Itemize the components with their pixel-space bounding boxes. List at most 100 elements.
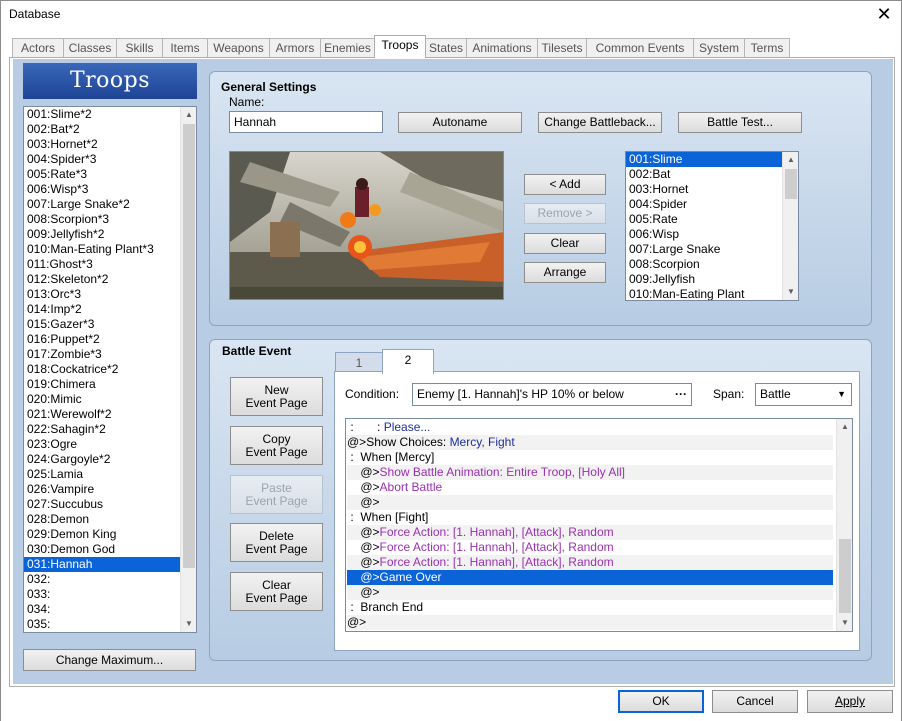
command-line[interactable]: : When [Mercy] — [347, 450, 833, 465]
enemy-list[interactable]: 001:Slime 002:Bat 003:Hornet 004:Spider 005:… — [625, 151, 799, 301]
enemy-list-item[interactable]: 010:Man-Eating Plant — [626, 287, 782, 300]
autoname-button[interactable]: Autoname — [398, 112, 522, 133]
troop-list-item[interactable]: 003:Hornet*2 — [24, 137, 180, 152]
command-line[interactable]: @>Show Choices: Mercy, Fight — [347, 435, 833, 450]
troop-list-item[interactable]: 027:Succubus — [24, 497, 180, 512]
tab-common-events[interactable]: Common Events — [586, 38, 694, 57]
clear-members-button[interactable]: Clear — [524, 233, 606, 254]
span-select[interactable]: Battle ▼ — [755, 383, 852, 406]
command-line[interactable]: @> — [347, 585, 833, 600]
clear-event-page-button[interactable]: Clear Event Page — [230, 572, 323, 611]
tab-classes[interactable]: Classes — [63, 38, 117, 57]
close-icon[interactable]: ✕ — [867, 3, 901, 27]
troop-list-item[interactable]: 020:Mimic — [24, 392, 180, 407]
tab-animations[interactable]: Animations — [466, 38, 538, 57]
troop-list-item[interactable]: 025:Lamia — [24, 467, 180, 482]
troop-list-item[interactable]: 022:Sahagin*2 — [24, 422, 180, 437]
troop-list-item[interactable]: 019:Chimera — [24, 377, 180, 392]
troop-list-item[interactable]: 026:Vampire — [24, 482, 180, 497]
troop-list-item[interactable]: 028:Demon — [24, 512, 180, 527]
troop-list-item[interactable]: 021:Werewolf*2 — [24, 407, 180, 422]
tab-enemies[interactable]: Enemies — [320, 38, 375, 57]
tab-armors[interactable]: Armors — [269, 38, 321, 57]
condition-browse-icon[interactable]: ··· — [675, 384, 687, 404]
troop-list-item[interactable]: 030:Demon God — [24, 542, 180, 557]
change-maximum-button[interactable]: Change Maximum... — [23, 649, 196, 671]
enemy-list-item[interactable]: 001:Slime — [626, 152, 782, 167]
name-input[interactable]: Hannah — [229, 111, 383, 133]
copy-event-page-button[interactable]: Copy Event Page — [230, 426, 323, 465]
troop-list-item[interactable]: 023:Ogre — [24, 437, 180, 452]
enemy-list-scrollbar[interactable]: ▲ ▼ — [782, 152, 798, 300]
enemy-list-item[interactable]: 006:Wisp — [626, 227, 782, 242]
scroll-up-icon[interactable]: ▲ — [783, 152, 798, 168]
command-list-scrollbar[interactable]: ▲ ▼ — [836, 419, 852, 631]
scroll-up-icon[interactable]: ▲ — [181, 107, 196, 123]
command-line[interactable]: @>Abort Battle — [347, 480, 833, 495]
tab-weapons[interactable]: Weapons — [207, 38, 270, 57]
tab-troops[interactable]: Troops — [374, 35, 426, 58]
enemy-list-item[interactable]: 004:Spider — [626, 197, 782, 212]
enemy-list-item[interactable]: 005:Rate — [626, 212, 782, 227]
troop-list-item[interactable]: 017:Zombie*3 — [24, 347, 180, 362]
troop-list[interactable]: 001:Slime*2 002:Bat*2 003:Hornet*2 004:Spid… — [23, 106, 197, 633]
scroll-thumb[interactable] — [183, 124, 195, 568]
troop-list-item[interactable]: 006:Wisp*3 — [24, 182, 180, 197]
tab-terms[interactable]: Terms — [744, 38, 790, 57]
troop-list-item[interactable]: 032: — [24, 572, 180, 587]
enemy-list-item[interactable]: 008:Scorpion — [626, 257, 782, 272]
troop-list-item[interactable]: 009:Jellyfish*2 — [24, 227, 180, 242]
tab-system[interactable]: System — [693, 38, 745, 57]
troop-list-item[interactable]: 014:Imp*2 — [24, 302, 180, 317]
enemy-list-item[interactable]: 002:Bat — [626, 167, 782, 182]
troop-list-item[interactable]: 015:Gazer*3 — [24, 317, 180, 332]
cancel-button[interactable]: Cancel — [712, 690, 798, 713]
troop-list-item[interactable]: 012:Skeleton*2 — [24, 272, 180, 287]
troop-list-item[interactable]: 013:Orc*3 — [24, 287, 180, 302]
command-line[interactable]: @> — [347, 615, 833, 630]
command-line[interactable]: @>Show Battle Animation: Entire Troop, [… — [347, 465, 833, 480]
scroll-down-icon[interactable]: ▼ — [783, 284, 798, 300]
troop-list-item[interactable]: 008:Scorpion*3 — [24, 212, 180, 227]
new-event-page-button[interactable]: New Event Page — [230, 377, 323, 416]
command-line[interactable]: : When [Fight] — [347, 510, 833, 525]
tab-actors[interactable]: Actors — [12, 38, 64, 57]
command-line[interactable]: @>Game Over — [347, 570, 833, 585]
troop-list-item[interactable]: 007:Large Snake*2 — [24, 197, 180, 212]
scroll-thumb[interactable] — [839, 539, 851, 613]
troop-list-item[interactable]: 031:Hannah — [24, 557, 180, 572]
troop-list-item[interactable]: 001:Slime*2 — [24, 107, 180, 122]
scroll-up-icon[interactable]: ▲ — [837, 419, 852, 435]
troop-list-item[interactable]: 034: — [24, 602, 180, 617]
command-line[interactable]: : : Please... — [347, 420, 833, 435]
enemy-list-item[interactable]: 003:Hornet — [626, 182, 782, 197]
troop-list-item[interactable]: 024:Gargoyle*2 — [24, 452, 180, 467]
troop-list-item[interactable]: 004:Spider*3 — [24, 152, 180, 167]
add-member-button[interactable]: < Add — [524, 174, 606, 195]
command-line[interactable]: : Branch End — [347, 600, 833, 615]
troop-list-item[interactable]: 033: — [24, 587, 180, 602]
tab-states[interactable]: States — [425, 38, 467, 57]
enemy-list-item[interactable]: 007:Large Snake — [626, 242, 782, 257]
troop-list-item[interactable]: 011:Ghost*3 — [24, 257, 180, 272]
troop-list-item[interactable]: 029:Demon King — [24, 527, 180, 542]
scroll-thumb[interactable] — [785, 169, 797, 199]
scroll-down-icon[interactable]: ▼ — [837, 615, 852, 631]
tab-items[interactable]: Items — [162, 38, 208, 57]
remove-member-button[interactable]: Remove > — [524, 203, 606, 224]
troop-list-item[interactable]: 016:Puppet*2 — [24, 332, 180, 347]
tab-skills[interactable]: Skills — [116, 38, 163, 57]
troop-list-item[interactable]: 005:Rate*3 — [24, 167, 180, 182]
command-line[interactable]: @>Force Action: [1. Hannah], [Attack], R… — [347, 555, 833, 570]
ok-button[interactable]: OK — [618, 690, 704, 713]
troop-list-item[interactable]: 035: — [24, 617, 180, 632]
apply-button[interactable]: Apply — [807, 690, 893, 713]
tab-tilesets[interactable]: Tilesets — [537, 38, 587, 57]
enemy-list-item[interactable]: 009:Jellyfish — [626, 272, 782, 287]
event-command-list[interactable]: : : Please... @>Show Choices: Mercy, Figh… — [345, 418, 853, 632]
delete-event-page-button[interactable]: Delete Event Page — [230, 523, 323, 562]
change-battleback-button[interactable]: Change Battleback... — [538, 112, 662, 133]
command-line[interactable]: @>Force Action: [1. Hannah], [Attack], R… — [347, 540, 833, 555]
troop-list-item[interactable]: 010:Man-Eating Plant*3 — [24, 242, 180, 257]
troop-list-item[interactable]: 018:Cockatrice*2 — [24, 362, 180, 377]
